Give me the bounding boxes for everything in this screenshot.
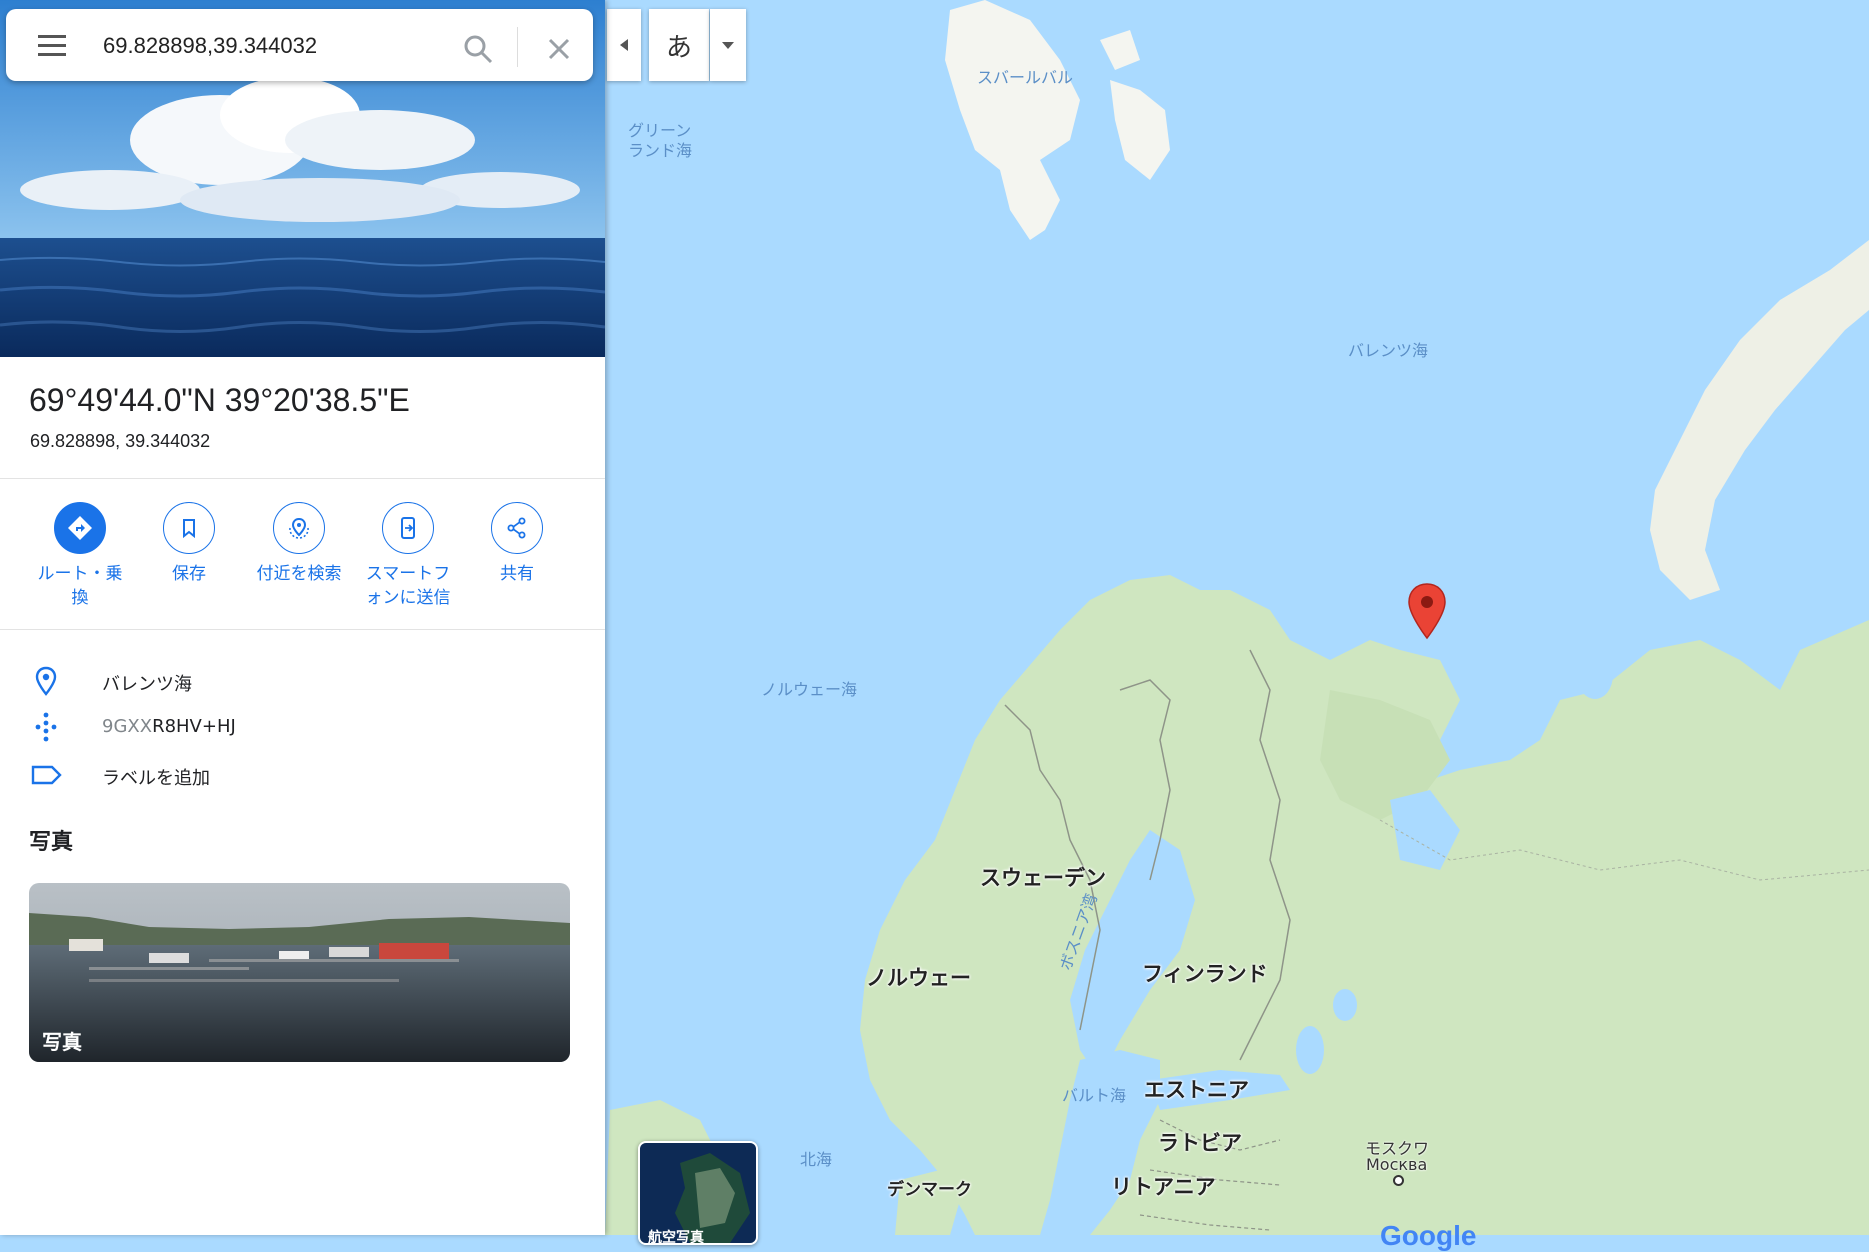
divider: [0, 478, 605, 479]
search-nearby-button[interactable]: 付近を検索: [244, 502, 354, 586]
map-label-svalbard: スバールバル: [977, 68, 1074, 87]
directions-label: ルート・乗 換: [37, 564, 123, 608]
save-button[interactable]: 保存: [134, 502, 244, 586]
directions-icon: [54, 502, 106, 554]
label-tag-icon: [31, 765, 62, 785]
info-row-plus-code[interactable]: 9GXXR8HV+HJ: [0, 704, 605, 748]
info-row-add-label[interactable]: ラベルを追加: [0, 752, 605, 796]
map-label-estonia: エストニア: [1144, 1078, 1249, 1102]
satellite-layer-label: 航空写真: [648, 1230, 704, 1245]
ime-toggle-button[interactable]: あ: [649, 9, 709, 81]
caret-left-icon: [620, 39, 628, 51]
send-to-phone-button[interactable]: スマートフ ォンに送信: [353, 502, 463, 610]
map-label-norwegian-sea: ノルウェー海: [761, 680, 858, 699]
plus-code-icon: [35, 712, 57, 742]
add-label-link: ラベルを追加: [102, 768, 210, 789]
map-label-greenland-sea-line2: ランド海: [628, 141, 693, 160]
share-label: 共有: [500, 564, 534, 584]
search-divider: [517, 27, 518, 67]
info-row-location[interactable]: バレンツ海: [0, 658, 605, 702]
map-label-lithuania: リトアニア: [1111, 1175, 1216, 1199]
clear-search-button[interactable]: [539, 29, 579, 69]
place-title: 69°49'44.0"N 39°20'38.5"E: [29, 382, 410, 418]
search-input[interactable]: [101, 29, 445, 63]
search-box: [6, 9, 593, 81]
map-label-north-sea: 北海: [800, 1150, 833, 1169]
photo-card[interactable]: 写真: [29, 883, 570, 1062]
photos-heading: 写真: [29, 830, 74, 855]
location-marker-icon: [35, 666, 57, 696]
photo-card-label: 写真: [42, 1030, 82, 1054]
map-label-denmark: デンマーク: [887, 1180, 972, 1200]
plus-code: 9GXXR8HV+HJ: [102, 716, 236, 737]
save-label: 保存: [172, 564, 206, 584]
send-to-phone-icon: [382, 502, 434, 554]
location-pin-icon[interactable]: [1407, 582, 1447, 640]
ime-dropdown-button[interactable]: [710, 9, 746, 81]
place-subtitle: 69.828898, 39.344032: [30, 431, 211, 451]
google-logo: Google: [1380, 1220, 1477, 1251]
share-button[interactable]: 共有: [462, 502, 572, 586]
side-panel: 69°49'44.0"N 39°20'38.5"E 69.828898, 39.…: [0, 0, 605, 1235]
divider: [0, 629, 605, 630]
search-icon: [464, 35, 493, 64]
search-nearby-label: 付近を検索: [256, 564, 342, 584]
location-name: バレンツ海: [102, 674, 192, 695]
harbor-photo: [29, 883, 570, 1062]
plus-code-prefix: 9GXX: [102, 716, 153, 737]
bookmark-icon: [163, 502, 215, 554]
moscow-city-dot: [1393, 1175, 1404, 1186]
map-label-baltic-sea: バルト海: [1062, 1086, 1127, 1105]
search-button[interactable]: [458, 29, 498, 69]
send-to-phone-label: スマートフ ォンに送信: [365, 564, 451, 608]
map-label-norway: ノルウェー: [866, 966, 971, 990]
map-label-finland: フィンランド: [1142, 962, 1268, 986]
close-icon: [548, 38, 570, 60]
map-label-moscow-ru: Москва: [1366, 1155, 1428, 1174]
map-label-sweden: スウェーデン: [980, 866, 1106, 890]
share-icon: [491, 502, 543, 554]
directions-button[interactable]: ルート・乗 換: [25, 502, 135, 610]
hamburger-menu-icon: [38, 35, 66, 56]
collapse-panel-button[interactable]: [607, 9, 641, 81]
satellite-layer-toggle[interactable]: 航空写真: [638, 1141, 758, 1245]
nearby-icon: [273, 502, 325, 554]
map-label-latvia: ラトビア: [1158, 1131, 1242, 1155]
menu-button[interactable]: [26, 27, 74, 63]
map-label-barents-sea: バレンツ海: [1348, 341, 1429, 360]
caret-down-icon: [722, 42, 734, 49]
plus-code-main: R8HV+HJ: [152, 716, 236, 737]
